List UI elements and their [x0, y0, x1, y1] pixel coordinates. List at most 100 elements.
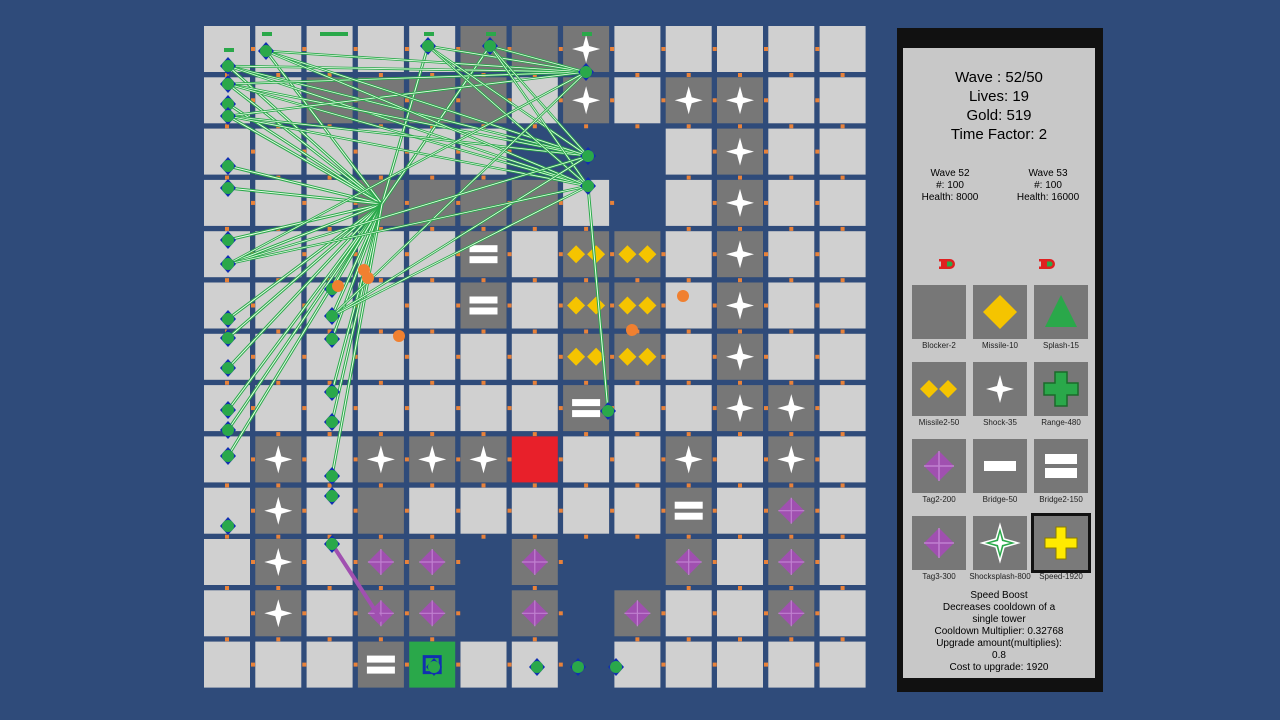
board-tile: [306, 641, 353, 688]
tower-button-missile2[interactable]: [912, 362, 966, 416]
board-tile: [255, 77, 302, 124]
board-tile: [717, 26, 763, 72]
bridge2-icon: [1045, 454, 1077, 478]
path-connector: [225, 483, 229, 488]
board-tile: [768, 231, 815, 278]
tower-button-splash[interactable]: [1034, 285, 1088, 339]
path-connector: [353, 662, 358, 667]
path-connector: [404, 47, 409, 51]
enemy-health-bar: [262, 32, 272, 36]
path-connector: [764, 200, 768, 205]
tower-button-range[interactable]: [1034, 362, 1088, 416]
path-connector: [327, 483, 332, 488]
board-tile: [255, 179, 302, 226]
path-connector: [456, 662, 461, 667]
path-connector: [430, 432, 435, 437]
enemy: [326, 333, 338, 345]
path-connector: [378, 637, 383, 642]
description-line: single tower: [972, 614, 1026, 625]
description-line: 0.8: [992, 650, 1006, 661]
path-connector: [353, 560, 358, 564]
path-connector: [456, 98, 461, 103]
path-connector: [532, 124, 537, 129]
board-tile: [819, 128, 866, 175]
wave-health: Health: 16000: [1016, 192, 1080, 203]
board-tile: [665, 231, 712, 278]
path-connector: [430, 175, 435, 180]
path-connector: [661, 252, 666, 257]
path-connector: [686, 586, 691, 590]
tower-button-shocksplash[interactable]: [973, 516, 1027, 570]
path-connector: [430, 329, 435, 334]
path-connector: [712, 406, 717, 411]
side-panel: Wave : 52/50 Lives: 19 Gold: 519 Time Fa…: [897, 28, 1103, 692]
board-tile: [665, 487, 712, 534]
path-connector: [610, 200, 615, 205]
path-connector: [840, 637, 845, 642]
path-connector: [635, 637, 640, 642]
path-connector: [558, 560, 563, 564]
description-line: Decreases cooldown of a: [942, 602, 1056, 613]
tower-button-missile[interactable]: [973, 285, 1027, 339]
path-connector: [251, 406, 255, 411]
tower-button-speed[interactable]: [1031, 513, 1091, 573]
tower-label: Range-480: [1041, 418, 1081, 427]
path-connector: [225, 586, 229, 590]
path-connector: [712, 560, 717, 564]
board-tile: [819, 385, 866, 432]
path-connector: [276, 73, 281, 77]
path-connector: [712, 457, 717, 462]
enemy: [582, 150, 594, 162]
enemy-health-bar: [582, 32, 592, 36]
board-tile: [819, 436, 866, 483]
enemy: [222, 78, 234, 90]
game-board[interactable]: [204, 26, 869, 691]
path-connector: [558, 252, 563, 257]
path-connector: [404, 354, 409, 359]
board-tile: [819, 487, 866, 534]
board-tile: [460, 385, 507, 432]
tower-button-bridge2[interactable]: [1034, 439, 1088, 493]
path-connector: [302, 200, 307, 205]
board-tile: [460, 333, 507, 380]
board-tile: [665, 179, 712, 226]
board-tile: [255, 385, 302, 432]
bridge-icon: [984, 461, 1016, 471]
enemy-health-bar: [320, 32, 348, 36]
bridge2-tower-icon: [469, 296, 498, 304]
path-connector: [840, 534, 845, 539]
tower-button-blocker[interactable]: [912, 285, 966, 339]
enemy: [222, 110, 234, 122]
path-connector: [661, 98, 666, 103]
tower-label: Bridge2-150: [1039, 495, 1083, 504]
board-tile: [357, 26, 404, 72]
path-connector: [225, 637, 229, 642]
board-tile: [511, 282, 558, 329]
enemy: [222, 450, 234, 462]
tower-button-bridge[interactable]: [973, 439, 1027, 493]
tower-button-shock[interactable]: [973, 362, 1027, 416]
path-connector: [584, 534, 589, 539]
board-tile: [409, 282, 456, 329]
enemy-type-icon: [1039, 256, 1061, 272]
path-connector: [481, 534, 486, 539]
path-connector: [815, 98, 820, 103]
enemy: [222, 404, 234, 416]
board-tile: [357, 487, 404, 534]
path-connector: [764, 47, 768, 51]
path-connector: [635, 483, 640, 488]
path-connector: [302, 560, 307, 564]
path-connector: [584, 226, 589, 231]
path-connector: [302, 611, 307, 616]
enemy: [326, 538, 338, 550]
panel-body: Wave : 52/50 Lives: 19 Gold: 519 Time Fa…: [903, 48, 1095, 678]
tower-button-tag2[interactable]: [912, 439, 966, 493]
board-tile: [409, 333, 456, 380]
enemy: [222, 160, 234, 172]
path-connector: [840, 73, 845, 77]
path-connector: [789, 329, 794, 334]
path-connector: [251, 303, 255, 308]
tower-button-tag3[interactable]: [912, 516, 966, 570]
enemy: [484, 40, 496, 52]
path-connector: [456, 303, 461, 308]
